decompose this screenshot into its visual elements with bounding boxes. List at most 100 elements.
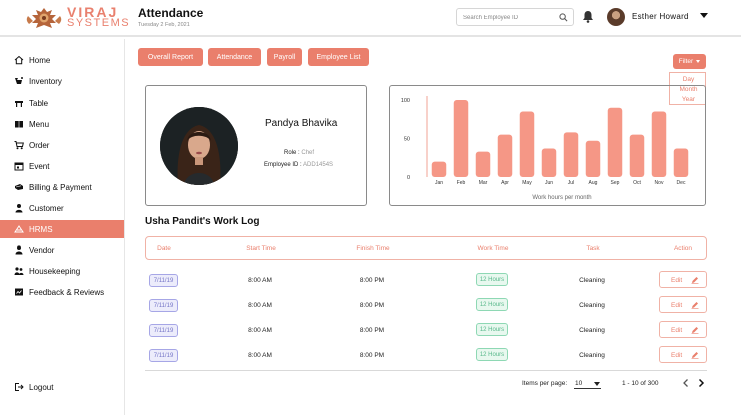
bar-dec xyxy=(673,148,689,177)
sidebar-item-label: Vendor xyxy=(29,246,55,255)
start-time-cell: 8:00 AM xyxy=(248,277,272,284)
x-tick-label: Oct xyxy=(633,180,641,186)
tab-overall-report[interactable]: Overall Report xyxy=(138,48,203,66)
employee-id-label: Employee ID : xyxy=(264,162,302,168)
bar-aug xyxy=(585,140,601,177)
work-time-chip: 12 Hours xyxy=(476,348,508,361)
sidebar-item-label: Feedback & Reviews xyxy=(29,288,105,297)
tab-attendance[interactable]: Attendance xyxy=(208,48,261,66)
bar-sep xyxy=(607,107,623,177)
search-box[interactable] xyxy=(456,8,574,26)
edit-button[interactable]: Edit xyxy=(659,321,707,338)
sidebar-item-label: HRMS xyxy=(29,225,53,234)
table-bottom-divider xyxy=(145,370,707,371)
sidebar-item-menu[interactable]: Menu xyxy=(0,115,124,133)
sidebar-item-inventory[interactable]: Inventory xyxy=(0,72,124,90)
user-menu-caret-icon[interactable] xyxy=(700,13,708,18)
x-tick-label: Nov xyxy=(655,180,664,186)
finish-time-cell: 8:00 PM xyxy=(359,277,385,284)
sidebar-item-billing[interactable]: Billing & Payment xyxy=(0,178,124,196)
bar-mar xyxy=(475,151,491,177)
sidebar-item-vendor[interactable]: Vendor xyxy=(0,241,124,259)
pencil-icon xyxy=(691,352,699,359)
sidebar-item-label: Table xyxy=(29,99,49,108)
x-axis-label: Work hours per month xyxy=(532,195,591,201)
x-tick-label: May xyxy=(522,180,532,186)
task-cell: Cleaning xyxy=(579,327,605,334)
finish-time-cell: 8:00 PM xyxy=(359,302,385,309)
filter-button[interactable]: Filter xyxy=(673,54,706,69)
edit-label: Edit xyxy=(671,302,683,309)
items-per-page-select[interactable]: 10 xyxy=(574,377,601,389)
edit-button[interactable]: Edit xyxy=(659,271,707,288)
sidebar-item-feedback[interactable]: Feedback & Reviews xyxy=(0,283,124,301)
chevron-left-icon[interactable] xyxy=(682,378,690,388)
home-icon xyxy=(14,55,24,65)
bell-icon[interactable] xyxy=(582,10,594,23)
brand-logo[interactable]: VIRAJ SYSTEMS xyxy=(25,5,131,30)
start-time-cell: 8:00 AM xyxy=(248,327,272,334)
date-chip: 7/11/19 xyxy=(149,299,178,312)
start-time-cell: 8:00 AM xyxy=(248,352,272,359)
column-header-start-time[interactable]: Start Time xyxy=(221,245,301,252)
y-tick-label: 0 xyxy=(407,175,410,181)
sidebar-item-table[interactable]: Table xyxy=(0,94,124,112)
logout-button[interactable]: Logout xyxy=(0,378,124,396)
sidebar-item-label: Inventory xyxy=(29,77,62,86)
employee-photo xyxy=(160,107,238,185)
x-tick-label: Jun xyxy=(545,180,553,186)
tab-employee-list[interactable]: Employee List xyxy=(308,48,369,66)
items-per-page-value: 10 xyxy=(575,380,583,387)
items-per-page-label: Items per page: xyxy=(522,380,568,387)
employee-name: Pandya Bhavika xyxy=(265,118,338,129)
column-header-action[interactable]: Action xyxy=(643,245,723,252)
bar-may xyxy=(519,111,535,177)
role-label: Role : xyxy=(284,150,300,156)
sidebar-item-order[interactable]: Order xyxy=(0,136,124,154)
pencil-icon xyxy=(691,327,699,334)
employee-portrait-image xyxy=(160,107,238,185)
logout-icon xyxy=(15,383,24,391)
sidebar-item-home[interactable]: Home xyxy=(0,51,124,69)
table-row: 7/11/19 8:00 AM 8:00 PM 12 Hours Cleanin… xyxy=(145,346,707,372)
sidebar-item-label: Customer xyxy=(29,204,64,213)
column-header-work-time[interactable]: Work Time xyxy=(453,245,533,252)
edit-button[interactable]: Edit xyxy=(659,296,707,313)
bar-oct xyxy=(629,134,645,177)
edit-label: Edit xyxy=(671,277,683,284)
sidebar-item-housekeeping[interactable]: Housekeeping xyxy=(0,262,124,280)
x-tick-label: Mar xyxy=(479,180,488,186)
search-icon[interactable] xyxy=(559,13,568,22)
housekeeping-icon xyxy=(14,267,24,275)
pencil-icon xyxy=(691,302,699,309)
sidebar-item-customer[interactable]: Customer xyxy=(0,199,124,217)
user-avatar[interactable] xyxy=(607,8,625,26)
bar-jan xyxy=(431,161,447,177)
x-tick-label: Feb xyxy=(457,180,466,186)
sidebar-item-label: Home xyxy=(29,56,51,65)
tab-payroll[interactable]: Payroll xyxy=(267,48,302,66)
sidebar-item-event[interactable]: Event xyxy=(0,157,124,175)
search-input[interactable] xyxy=(463,12,553,23)
column-header-finish-time[interactable]: Finish Time xyxy=(333,245,413,252)
page-title: Attendance xyxy=(138,6,204,20)
page-date: Tuesday 2 Feb, 2021 xyxy=(138,22,190,28)
column-header-task[interactable]: Task xyxy=(553,245,633,252)
calendar-icon xyxy=(14,162,24,171)
y-tick-label: 100 xyxy=(401,98,410,104)
user-name[interactable]: Esther Howard xyxy=(632,12,689,21)
chevron-down-icon xyxy=(696,60,701,63)
role-value: Chef xyxy=(301,150,315,156)
table-icon xyxy=(15,101,23,107)
x-tick-label: Jul xyxy=(568,180,574,186)
sidebar-item-hrms[interactable]: HRMS xyxy=(0,220,124,238)
edit-button[interactable]: Edit xyxy=(659,346,707,363)
filter-option-day[interactable]: Day xyxy=(670,76,707,83)
work-log-header: Date Start Time Finish Time Work Time Ta… xyxy=(145,236,707,260)
column-header-date[interactable]: Date xyxy=(124,245,204,252)
chevron-right-icon[interactable] xyxy=(697,378,705,388)
brand-subname: SYSTEMS xyxy=(67,17,131,29)
finish-time-cell: 8:00 PM xyxy=(359,352,385,359)
work-time-chip: 12 Hours xyxy=(476,298,508,311)
billing-icon xyxy=(15,184,23,190)
